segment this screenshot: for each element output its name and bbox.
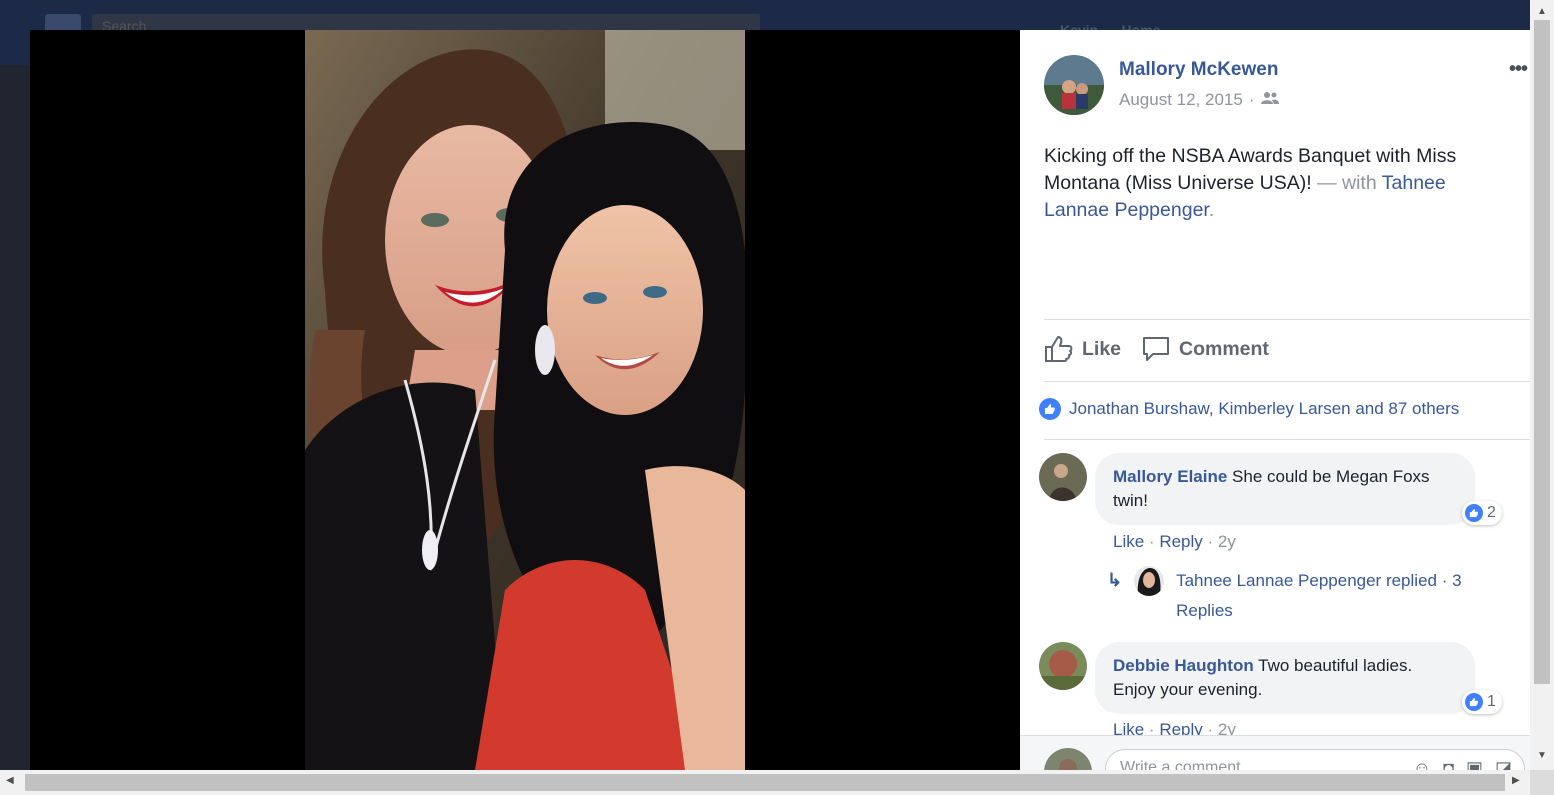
scrollbar-corner <box>1530 770 1554 795</box>
scroll-right-arrow-icon[interactable]: ▶ <box>1512 775 1520 786</box>
comment-icon <box>1143 337 1169 361</box>
view-replies-link[interactable]: ↳ Tahnee Lannae Peppenger replied · 3 Re… <box>1107 566 1496 626</box>
comment-label: Comment <box>1179 337 1269 360</box>
horizontal-scrollbar[interactable]: ◀ ▶ <box>0 770 1530 795</box>
divider <box>1044 319 1530 320</box>
comment-input-icons: ☺ ◘ ▣ ◪ <box>1413 758 1512 770</box>
reactions-summary-text: Jonathan Burshaw, Kimberley Larsen and 8… <box>1069 399 1460 418</box>
emoji-icon[interactable]: ☺ <box>1413 758 1431 770</box>
scroll-down-arrow-icon[interactable]: ▼ <box>1537 750 1547 761</box>
post-text: Kicking off the NSBA Awards Banquet with… <box>1044 143 1514 224</box>
write-comment-placeholder: Write a comment... <box>1120 759 1254 770</box>
replies-text: Tahnee Lannae Peppenger replied · 3 Repl… <box>1176 571 1462 620</box>
post-text-end: . <box>1208 199 1215 221</box>
write-comment-area: Write a comment... ☺ ◘ ▣ ◪ <box>1020 735 1530 770</box>
gif-icon[interactable]: ▣ <box>1466 758 1483 770</box>
comment-button[interactable]: Comment <box>1141 335 1269 363</box>
vertical-scrollbar-thumb[interactable] <box>1534 20 1550 684</box>
divider <box>1044 381 1530 382</box>
photo-image <box>305 30 745 770</box>
friends-icon[interactable] <box>1260 90 1279 110</box>
comment-reply-link[interactable]: Reply <box>1159 532 1202 551</box>
author-avatar[interactable] <box>1044 55 1104 115</box>
comment-bubble: Mallory Elaine She could be Megan Foxs t… <box>1095 453 1475 525</box>
scroll-left-arrow-icon[interactable]: ◀ <box>6 775 14 786</box>
commenter-avatar[interactable] <box>1039 642 1087 690</box>
comment-time[interactable]: 2y <box>1218 532 1236 551</box>
more-options-button[interactable]: ••• <box>1509 58 1528 81</box>
like-reaction-icon <box>1465 504 1483 522</box>
divider <box>1044 439 1530 440</box>
vertical-scrollbar[interactable]: ▲ ▼ <box>1530 0 1554 770</box>
write-comment-input[interactable]: Write a comment... ☺ ◘ ▣ ◪ <box>1105 749 1525 770</box>
sticker-icon[interactable]: ◪ <box>1495 758 1512 770</box>
comment-reaction-count[interactable]: 2 <box>1462 501 1502 525</box>
comment-author-link[interactable]: Mallory Elaine <box>1113 467 1227 486</box>
horizontal-scrollbar-thumb[interactable] <box>25 774 1505 791</box>
author-name-link[interactable]: Mallory McKewen <box>1119 59 1278 81</box>
post-date[interactable]: August 12, 2015 <box>1119 90 1243 110</box>
comment-actions: Like · Reply · 2y <box>1113 532 1236 551</box>
comment-like-link[interactable]: Like <box>1113 532 1144 551</box>
reaction-count: 2 <box>1487 504 1496 521</box>
comment-author-link[interactable]: Debbie Haughton <box>1113 656 1254 675</box>
photo-theater[interactable] <box>30 30 1020 770</box>
post-meta: August 12, 2015 · <box>1119 90 1279 110</box>
post-with-text: — with <box>1311 172 1382 194</box>
like-reaction-icon <box>1039 398 1061 420</box>
camera-icon[interactable]: ◘ <box>1443 758 1454 770</box>
comment-reaction-count[interactable]: 1 <box>1462 690 1502 714</box>
reactions-summary[interactable]: Jonathan Burshaw, Kimberley Larsen and 8… <box>1039 398 1459 420</box>
scroll-up-arrow-icon[interactable]: ▲ <box>1537 6 1547 17</box>
current-user-avatar <box>1044 748 1092 770</box>
like-reaction-icon <box>1465 693 1483 711</box>
reaction-count: 1 <box>1487 693 1496 710</box>
like-button[interactable]: Like <box>1044 335 1121 363</box>
commenter-avatar[interactable] <box>1039 453 1087 501</box>
like-label: Like <box>1082 337 1122 360</box>
comment-bubble: Debbie Haughton Two beautiful ladies. En… <box>1095 642 1475 714</box>
post-photo[interactable] <box>305 30 745 770</box>
replier-avatar <box>1134 566 1165 596</box>
meta-separator: · <box>1248 90 1255 109</box>
post-details-panel: Mallory McKewen August 12, 2015 · ••• Ki… <box>1020 30 1530 770</box>
thumbs-up-icon <box>1045 336 1073 362</box>
reply-arrow-icon: ↳ <box>1107 570 1123 590</box>
